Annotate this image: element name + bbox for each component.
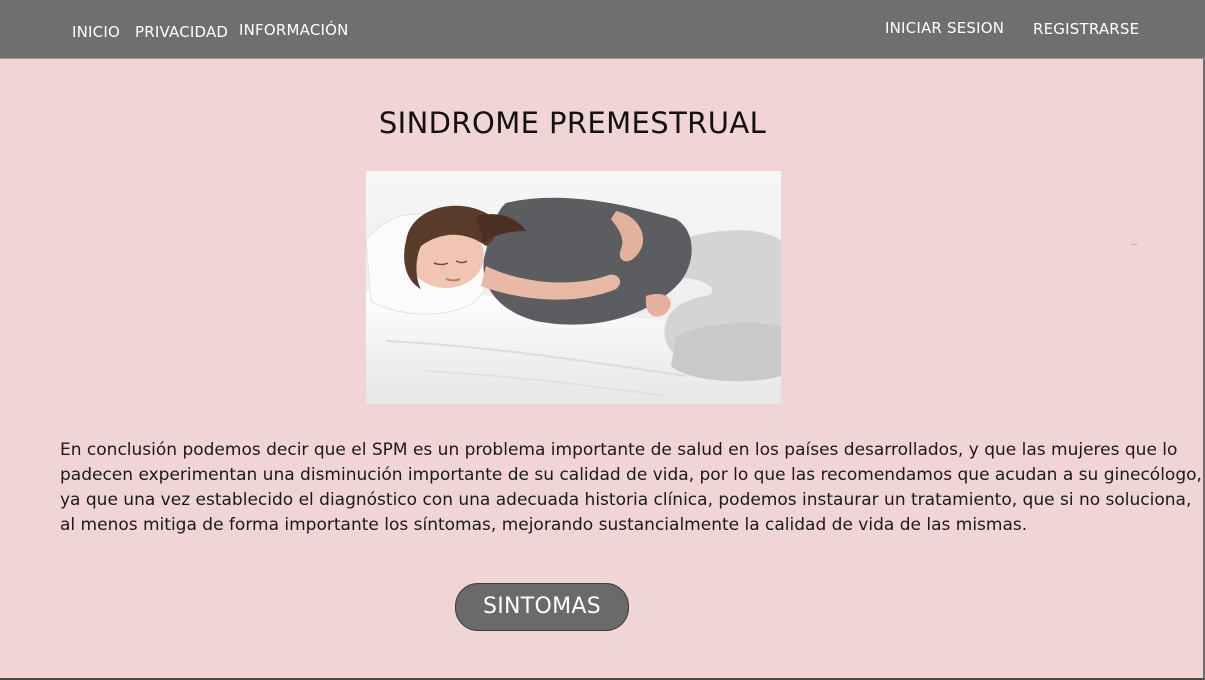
login-link[interactable]: INICIAR SESION [885, 19, 1004, 37]
paragraph-line: En conclusión podemos decir que el SPM e… [60, 440, 1178, 460]
nav-link-privacidad[interactable]: PRIVACIDAD [135, 23, 228, 41]
nav-link-informacion[interactable]: INFORMACIÓN [239, 21, 349, 39]
nav-link-inicio[interactable]: INICIO [72, 23, 120, 41]
woman-lying-in-bed-image [366, 171, 781, 404]
sintomas-button[interactable]: SINTOMAS [455, 583, 629, 631]
paragraph-line: padecen experimentan una disminución imp… [60, 465, 1202, 485]
paragraph-line: al menos mitiga de forma importante los … [60, 515, 1028, 535]
decorative-mark [1131, 244, 1137, 245]
top-navbar: INICIO PRIVACIDAD INFORMACIÓN INICIAR SE… [0, 0, 1205, 59]
register-link[interactable]: REGISTRARSE [1033, 20, 1139, 38]
page-title: SINDROME PREMESTRUAL [378, 106, 767, 140]
page: INICIO PRIVACIDAD INFORMACIÓN INICIAR SE… [0, 0, 1205, 680]
conclusion-paragraph: En conclusión podemos decir que el SPM e… [60, 438, 1202, 538]
paragraph-line: ya que una vez establecido el diagnóstic… [60, 490, 1192, 510]
